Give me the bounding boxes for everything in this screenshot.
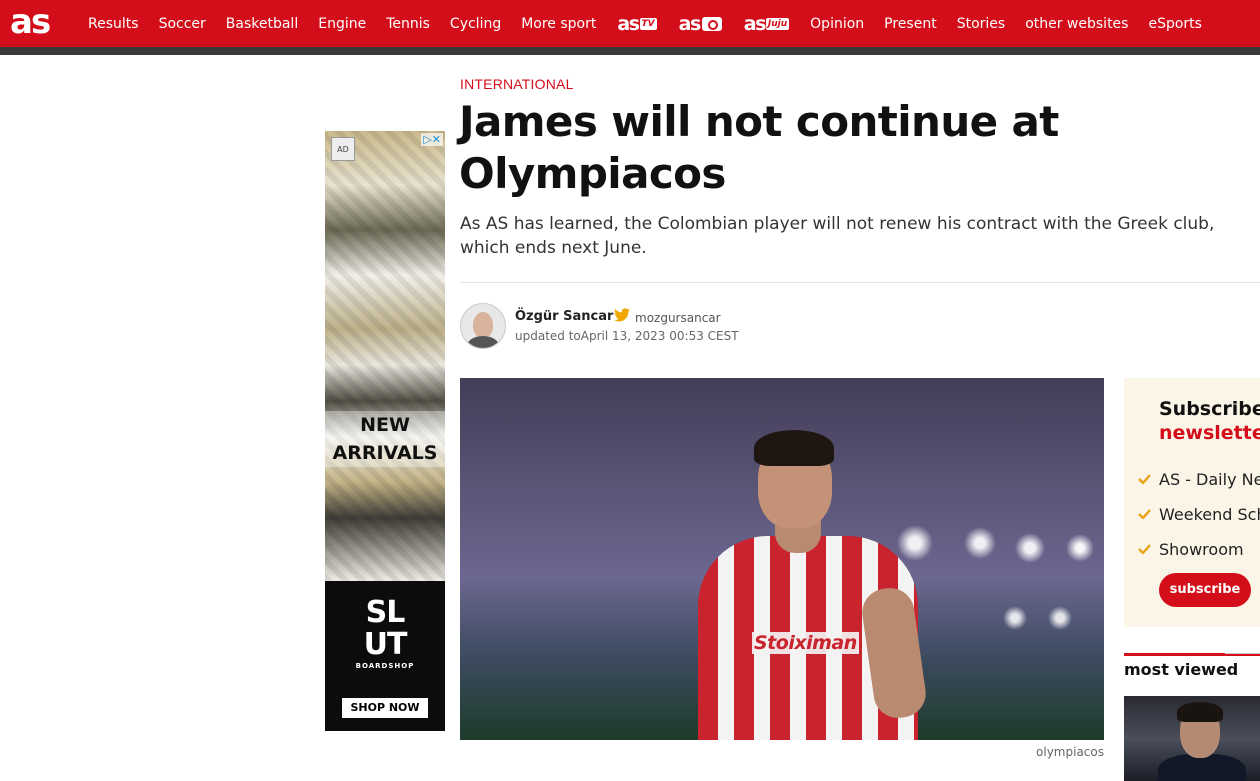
player-hair [754,430,834,466]
nav-brand-as-tv[interactable]: as TV [606,13,667,35]
newsletter-title-accent: newsletters [1159,422,1260,444]
main-nav: Results Soccer Basketball Engine Tennis … [78,0,1212,47]
nav-item-more-sport[interactable]: More sport [511,16,606,32]
shirt-sponsor-text: Stoiximan [752,632,859,654]
ad-badge-icon: AD [331,137,355,161]
check-icon [1138,509,1151,519]
ad-shop-now-button[interactable]: SHOP NOW [342,698,428,718]
most-viewed-accent-bar [1124,653,1260,656]
most-viewed-thumbnail[interactable] [1124,696,1260,781]
nav-item-stories[interactable]: Stories [947,16,1016,32]
newsletter-item-showroom[interactable]: Showroom [1138,538,1260,560]
newsletter-item-daily-news[interactable]: AS - Daily News [1138,468,1260,490]
article-headline: James will not continue at Olympiacos [459,97,1059,198]
check-icon [1138,544,1151,554]
as-tv-tag: TV [639,17,657,30]
photo-caption: olympiacos [1036,745,1104,759]
nav-item-present[interactable]: Present [874,16,947,32]
nav-item-engine[interactable]: Engine [308,16,376,32]
as-photo-wordmark: as [678,12,702,35]
newsletter-title: Subscribe to [1159,398,1260,420]
nav-item-other-websites[interactable]: other websites [1015,16,1138,32]
nav-brand-as-juju[interactable]: as Juju [733,13,800,35]
top-navigation-bar: as Results Soccer Basketball Engine Tenn… [0,0,1260,47]
author-twitter-handle[interactable]: mozgursancar [635,311,721,325]
article-updated-timestamp: updated toApril 13, 2023 00:53 CEST [515,329,739,343]
as-juju-wordmark: as [743,12,767,35]
nav-item-esports[interactable]: eSports [1138,16,1212,32]
ad-choices-icon[interactable]: ▷✕ [421,133,443,146]
sidebar-advertisement[interactable]: AD ▷✕ NEW ARRIVALS SL UT BOARDSHOP SHOP … [325,131,445,731]
article-main-photo[interactable]: Stoiximan [460,378,1104,740]
subscribe-button[interactable]: subscribe [1159,573,1251,607]
newsletter-item-label: Showroom [1159,539,1244,559]
ad-logo-subtitle: BOARDSHOP [355,662,415,670]
ad-shoes-image [325,131,445,581]
nav-brand-as-photo[interactable]: as [668,13,733,35]
as-tv-wordmark: as [617,12,640,35]
article-subheadline: As AS has learned, the Colombian player … [460,214,1215,258]
nav-item-soccer[interactable]: Soccer [149,16,216,32]
avatar-face [473,312,493,338]
ad-headline: NEW ARRIVALS [325,411,445,467]
newsletter-item-weekend-schedule[interactable]: Weekend Schedule [1138,503,1260,525]
ad-logo-line1: SL [365,595,406,630]
most-viewed-title: most viewed [1124,660,1239,679]
check-icon [1138,474,1151,484]
thumbnail-person-suit [1158,754,1246,781]
author-avatar[interactable] [460,303,506,349]
ad-headline-line2: ARRIVALS [332,442,438,464]
nav-item-cycling[interactable]: Cycling [440,16,511,32]
nav-item-opinion[interactable]: Opinion [800,16,874,32]
author-name[interactable]: Özgür Sancar [515,309,613,324]
newsletter-item-label: AS - Daily News [1159,469,1260,489]
thumbnail-person-hair [1177,702,1223,722]
nav-item-results[interactable]: Results [78,16,149,32]
nav-bottom-band [0,47,1260,55]
header-divider [460,282,1260,283]
newsletter-subscribe-box: Subscribe to newsletters AS - Daily News… [1124,378,1260,627]
nav-item-basketball[interactable]: Basketball [216,16,308,32]
twitter-icon[interactable] [614,308,630,322]
as-juju-tag: Juju [765,17,790,30]
camera-icon [701,16,722,31]
ad-brand-logo: SL UT BOARDSHOP [347,597,423,677]
newsletter-item-label: Weekend Schedule [1159,504,1260,524]
ad-brand-panel: SL UT BOARDSHOP SHOP NOW [325,581,445,731]
article-section-label[interactable]: INTERNATIONAL [460,76,574,92]
ad-logo-line2: UT [363,627,408,662]
ad-headline-line1: NEW [360,414,410,436]
avatar-body [467,336,499,348]
nav-item-tennis[interactable]: Tennis [376,16,440,32]
as-logo[interactable]: as [10,2,51,42]
